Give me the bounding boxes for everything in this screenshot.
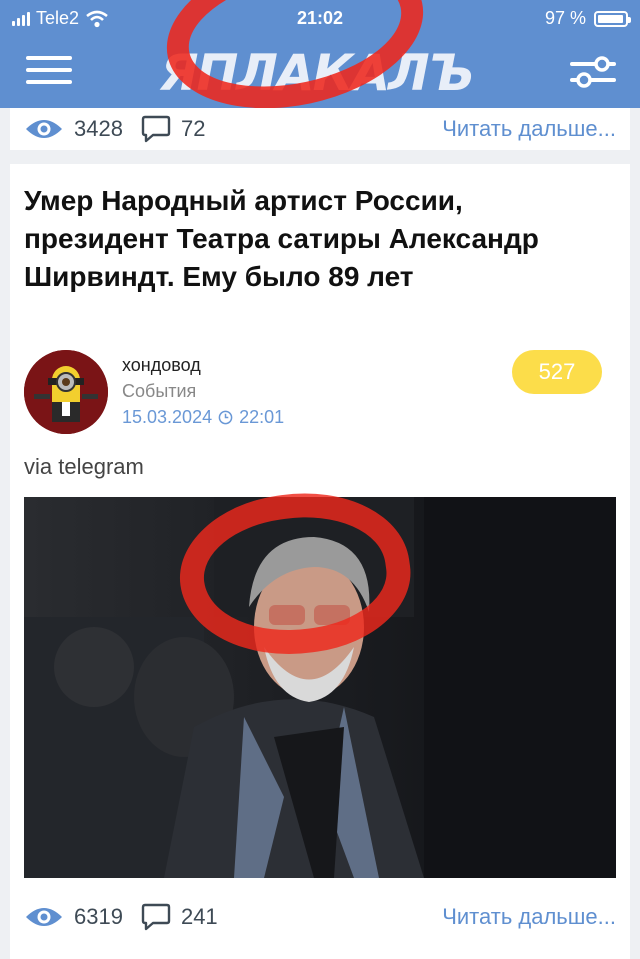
- comments-count: 72: [180, 116, 206, 141]
- post-datetime: 15.03.2024 22:01: [122, 404, 284, 430]
- app-header: Tele2 21:02 97 % ЯПЛАКАЛЪ: [0, 0, 640, 108]
- read-more-link[interactable]: Читать дальше...: [442, 904, 616, 930]
- post-stats: 6319 241 Читать дальше...: [10, 894, 630, 940]
- status-right: 97 %: [544, 8, 631, 29]
- minion-avatar-image: [24, 350, 108, 434]
- post-date: 15.03.2024: [122, 407, 213, 427]
- views-count: 6319: [74, 904, 123, 929]
- comment-icon: [141, 115, 171, 143]
- rating-badge[interactable]: 527: [512, 350, 602, 394]
- read-more-link[interactable]: Читать дальше...: [442, 116, 616, 142]
- previous-post-footer: 3428 72 Читать дальше...: [10, 108, 630, 150]
- post-category[interactable]: События: [122, 378, 284, 404]
- post-meta: хондовод События 15.03.2024 22:01: [122, 352, 284, 430]
- clock-icon: [218, 410, 233, 424]
- comments-stat[interactable]: 72: [141, 115, 205, 143]
- eye-icon: [26, 120, 62, 138]
- menu-icon[interactable]: [26, 52, 72, 88]
- comments-count: 241: [180, 904, 218, 929]
- filter-icon[interactable]: [570, 52, 616, 92]
- views-stat: 6319: [24, 904, 123, 930]
- post-title[interactable]: Умер Народный артист России, президент Т…: [24, 182, 614, 296]
- post-source: via telegram: [24, 454, 144, 479]
- post-card: Умер Народный артист России, президент Т…: [10, 164, 630, 959]
- avatar[interactable]: [24, 350, 108, 434]
- battery-icon: [594, 10, 631, 27]
- views-stat: 3428: [24, 116, 123, 142]
- views-count: 3428: [74, 116, 123, 141]
- post-stats: 3428 72 Читать дальше...: [10, 108, 630, 150]
- author-name[interactable]: хондовод: [122, 352, 284, 378]
- comment-icon: [141, 903, 171, 931]
- post-time: 22:01: [239, 407, 285, 427]
- battery-percent: 97 %: [544, 8, 586, 28]
- eye-icon: [26, 908, 62, 926]
- comments-stat[interactable]: 241: [141, 903, 218, 931]
